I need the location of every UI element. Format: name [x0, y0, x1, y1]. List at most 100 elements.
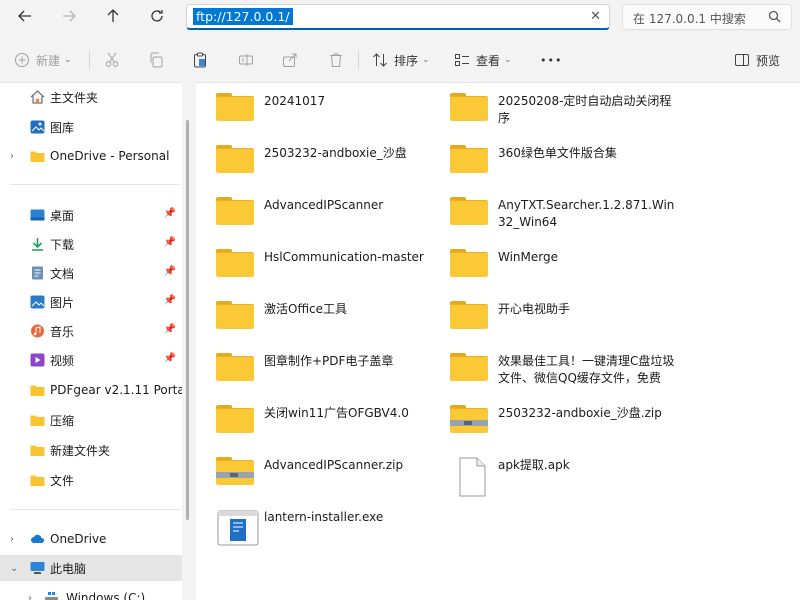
folder-icon [450, 249, 494, 289]
rename-button[interactable] [238, 48, 254, 72]
sort-button[interactable]: 排序 ⌄ [372, 48, 430, 72]
file-name: 效果最佳工具！一键清理C盘垃圾文件、微信QQ缓存文件，免费好... [498, 354, 675, 385]
folder-icon [216, 353, 260, 393]
more-icon: ••• [540, 53, 563, 67]
file-name: AdvancedIPScanner.zip [264, 458, 404, 472]
forward-button[interactable] [56, 5, 82, 27]
cut-button[interactable] [104, 48, 120, 72]
sidebar-item-music[interactable]: 音乐 📌 [0, 318, 182, 344]
sidebar-item-label: 图片 [50, 295, 75, 310]
file-name: 20250208-定时自动启动关闭程序 [498, 94, 672, 125]
paste-button[interactable] [192, 48, 208, 72]
desktop-icon [30, 209, 45, 221]
up-button[interactable] [100, 5, 126, 27]
clear-icon[interactable]: ✕ [590, 9, 601, 24]
sidebar-item-label: 下载 [50, 237, 75, 252]
view-icon [455, 54, 469, 66]
view-button[interactable]: 查看 ⌄ [454, 48, 512, 72]
preview-label: 预览 [756, 53, 781, 68]
sidebar-item-windows-c[interactable]: › Windows (C:) [8, 585, 190, 600]
folder-icon [216, 145, 260, 185]
sidebar-item-downloads[interactable]: 下载 📌 [0, 231, 182, 257]
document-icon [459, 457, 486, 497]
sidebar-item-onedrive[interactable]: › OneDrive [0, 526, 182, 552]
pin-icon[interactable]: 📌 [164, 266, 176, 277]
back-button[interactable] [12, 5, 38, 27]
share-icon [283, 53, 297, 67]
gallery-icon [30, 120, 45, 134]
cloud-icon [31, 534, 44, 543]
sidebar-item-documents[interactable]: 文档 📌 [0, 260, 182, 286]
refresh-button[interactable] [144, 5, 170, 27]
sidebar-item-label: 此电脑 [50, 561, 87, 576]
file-name: apk提取.apk [498, 458, 570, 472]
clipboard-icon [194, 52, 206, 68]
sidebar-item-videos[interactable]: 视频 📌 [0, 347, 182, 373]
sidebar-item-compress[interactable]: 压缩 [0, 407, 182, 433]
sidebar-item-label: 主文件夹 [50, 90, 99, 105]
refresh-icon [151, 10, 163, 22]
preview-pane-icon [735, 54, 749, 66]
file-name: lantern-installer.exe [264, 510, 384, 524]
new-button[interactable]: 新建 ⌄ [14, 48, 72, 72]
sidebar-item-new-folder[interactable]: 新建文件夹 [0, 437, 182, 463]
file-name: 20241017 [264, 94, 326, 108]
more-button[interactable]: ••• [540, 48, 562, 72]
folder-icon [30, 445, 45, 456]
address-input[interactable]: ftp://127.0.0.1/ ✕ [186, 4, 610, 30]
preview-button[interactable]: 预览 [734, 48, 780, 72]
toolbar-divider [89, 51, 90, 69]
chevron-down-icon: ⌄ [504, 55, 512, 65]
sidebar-item-label: 文档 [50, 266, 75, 281]
folder-icon [30, 151, 45, 162]
folder-icon [216, 249, 260, 289]
search-input[interactable]: 在 127.0.0.1 中搜索 [622, 4, 792, 30]
pin-icon[interactable]: 📌 [164, 237, 176, 248]
music-icon [31, 324, 44, 338]
file-name: AdvancedIPScanner [264, 198, 384, 212]
file-name: 开心电视助手 [498, 302, 571, 316]
file-name: AnyTXT.Searcher.1.2.871.Win32_Win64 [498, 198, 675, 229]
sidebar-item-pictures[interactable]: 图片 📌 [0, 289, 182, 315]
file-name: 360绿色单文件版合集 [498, 146, 617, 160]
address-text: ftp://127.0.0.1/ [193, 8, 293, 25]
pictures-icon [30, 295, 45, 309]
folder-icon [216, 301, 260, 341]
sidebar-item-label: 桌面 [50, 208, 75, 223]
pin-icon[interactable]: 📌 [164, 324, 176, 335]
sidebar-item-gallery[interactable]: 图库 [0, 114, 182, 140]
sidebar-item-label: 新建文件夹 [50, 443, 111, 458]
sort-icon [373, 53, 387, 67]
home-icon [30, 90, 45, 104]
delete-button[interactable] [328, 48, 344, 72]
trash-icon [330, 53, 342, 67]
toolbar-divider [358, 51, 359, 69]
sidebar-item-files[interactable]: 文件 [0, 467, 182, 493]
command-bar: 新建 ⌄ 排序 ⌄ 查看 ⌄ ••• 预览 [0, 42, 800, 78]
sidebar-item-label: 压缩 [50, 413, 75, 428]
rename-icon [239, 54, 253, 66]
folder-icon [450, 145, 494, 185]
folder-icon [216, 93, 260, 133]
chevron-right-icon: › [10, 150, 14, 162]
sidebar-item-label: PDFgear v2.1.11 Portable [50, 383, 182, 397]
file-name: 激活Office工具 [264, 302, 348, 316]
sidebar-item-label: 音乐 [50, 324, 75, 339]
sidebar-item-this-pc[interactable]: ⌄ 此电脑 [0, 555, 182, 581]
sidebar-item-home[interactable]: 主文件夹 [0, 84, 182, 110]
new-label: 新建 [36, 53, 61, 68]
copy-button[interactable] [148, 48, 164, 72]
zip-folder-icon [450, 405, 494, 445]
search-placeholder: 在 127.0.0.1 中搜索 [633, 12, 746, 26]
pin-icon[interactable]: 📌 [164, 353, 176, 364]
pin-icon[interactable]: 📌 [164, 295, 176, 306]
pin-icon[interactable]: 📌 [164, 208, 176, 219]
sidebar-item-pdfgear[interactable]: PDFgear v2.1.11 Portable [0, 377, 182, 403]
share-button[interactable] [282, 48, 298, 72]
sidebar-scrollbar[interactable] [186, 120, 189, 520]
sidebar-item-label: 图库 [50, 120, 75, 135]
folder-icon [450, 353, 494, 393]
drive-icon [45, 592, 58, 600]
sidebar-item-desktop[interactable]: 桌面 📌 [0, 202, 182, 228]
sidebar-item-onedrive-personal[interactable]: › OneDrive - Personal [0, 143, 182, 169]
